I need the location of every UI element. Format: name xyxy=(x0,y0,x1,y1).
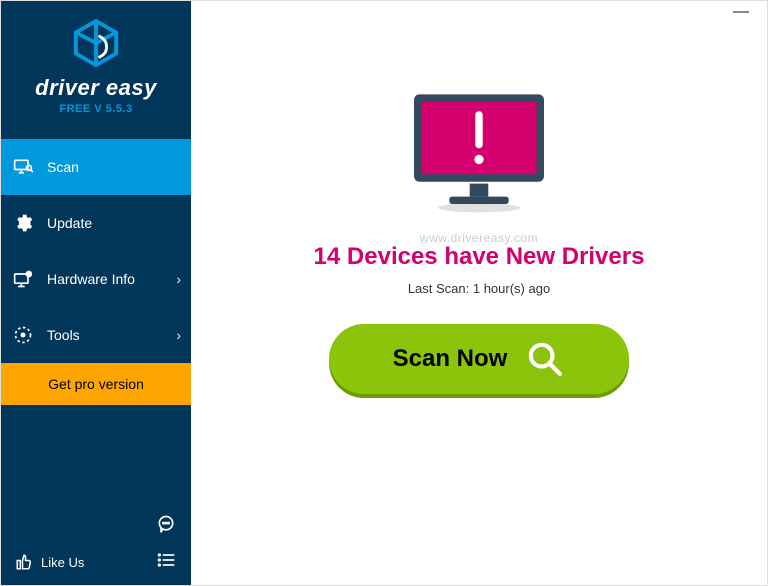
scan-now-label: Scan Now xyxy=(393,345,508,373)
sidebar-item-hardware-info[interactable]: i Hardware Info › xyxy=(1,251,191,307)
app-window: driver easy FREE V 5.5.3 Scan xyxy=(0,0,768,586)
sidebar-item-scan[interactable]: Scan xyxy=(1,139,191,195)
chevron-right-icon: › xyxy=(176,271,181,287)
brand-logo-icon xyxy=(72,19,120,67)
brand-name: driver easy xyxy=(1,75,191,101)
menu-button[interactable] xyxy=(155,549,177,571)
chevron-right-icon: › xyxy=(176,327,181,343)
scan-result-headline: 14 Devices have New Drivers xyxy=(314,243,645,271)
sidebar: driver easy FREE V 5.5.3 Scan xyxy=(1,1,191,585)
nav: Scan Update i xyxy=(1,139,191,503)
status-graphic xyxy=(404,87,554,217)
last-scan-text: Last Scan: 1 hour(s) ago xyxy=(408,281,550,296)
watermark-text: www.drivereasy.com xyxy=(420,231,538,245)
gear-icon xyxy=(13,213,33,233)
scan-now-button[interactable]: Scan Now xyxy=(329,324,629,394)
sidebar-item-update[interactable]: Update xyxy=(1,195,191,251)
get-pro-label: Get pro version xyxy=(48,376,144,392)
chat-icon xyxy=(156,514,176,534)
brand-version: FREE V 5.5.3 xyxy=(1,103,191,115)
get-pro-button[interactable]: Get pro version xyxy=(1,363,191,405)
monitor-alert-icon xyxy=(404,87,554,217)
brand-block: driver easy FREE V 5.5.3 xyxy=(1,1,191,127)
minimize-button[interactable] xyxy=(733,11,749,13)
main-panel: www.drivereasy.com 14 Devices have New D… xyxy=(191,1,767,585)
like-us-button[interactable]: Like Us xyxy=(15,553,84,571)
sidebar-item-label: Update xyxy=(47,215,177,231)
sidebar-bottom: Like Us xyxy=(1,503,191,585)
list-icon xyxy=(156,550,176,570)
like-us-label: Like Us xyxy=(41,555,84,570)
magnifier-icon xyxy=(525,339,565,379)
monitor-search-icon xyxy=(13,157,33,177)
tools-icon xyxy=(13,325,33,345)
feedback-button[interactable] xyxy=(155,513,177,535)
sidebar-item-label: Hardware Info xyxy=(47,271,176,287)
thumbs-up-icon xyxy=(15,553,33,571)
sidebar-item-label: Scan xyxy=(47,159,177,175)
sidebar-item-tools[interactable]: Tools › xyxy=(1,307,191,363)
bottom-icons xyxy=(155,513,177,571)
sidebar-item-label: Tools xyxy=(47,327,176,343)
hardware-info-icon: i xyxy=(13,269,33,289)
